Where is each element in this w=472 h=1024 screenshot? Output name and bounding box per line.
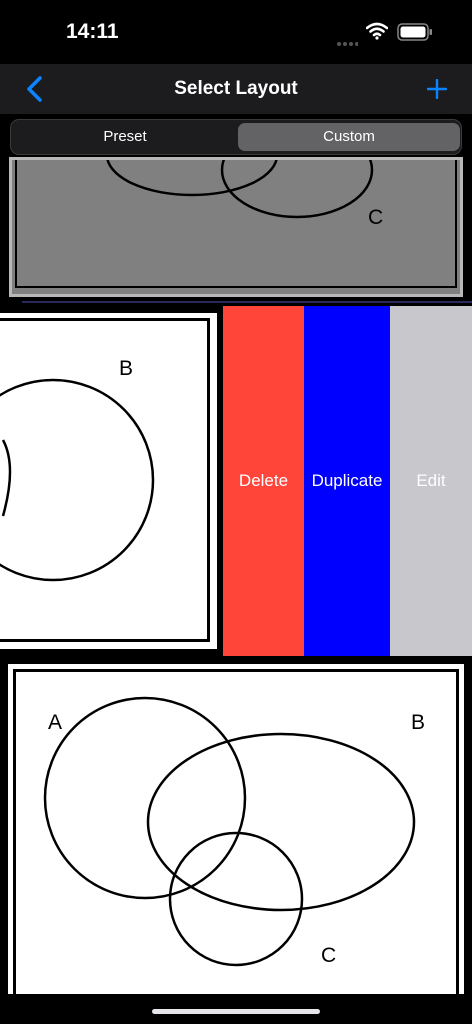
edit-button[interactable]: Edit: [390, 306, 472, 656]
plus-icon[interactable]: [426, 78, 448, 104]
venn-diagram: [0, 378, 155, 582]
segment-custom[interactable]: Custom: [238, 123, 460, 151]
set-label: B: [411, 711, 426, 734]
signal-icon: [336, 34, 359, 52]
duplicate-label: Duplicate: [311, 471, 383, 490]
set-label: C: [368, 206, 384, 229]
venn-diagram: [106, 160, 374, 219]
set-label: B: [119, 357, 134, 380]
wifi-icon: [365, 22, 389, 45]
set-label: A: [48, 711, 63, 734]
layout-card[interactable]: C: [9, 157, 463, 297]
delete-button[interactable]: Delete: [223, 306, 304, 656]
venn-diagram: [43, 696, 416, 967]
layout-card[interactable]: A B C: [8, 664, 464, 999]
home-indicator: [152, 1009, 320, 1014]
layout-card[interactable]: B: [0, 313, 217, 649]
page-title: Select Layout: [174, 78, 298, 99]
edit-label: Edit: [416, 471, 446, 490]
set-label: C: [321, 944, 337, 967]
status-time: 14:11: [66, 20, 119, 43]
delete-label: Delete: [238, 471, 289, 490]
layout-type-segmented-control[interactable]: Preset Custom: [10, 119, 462, 155]
row-separator: [22, 301, 472, 303]
segment-preset[interactable]: Preset: [14, 123, 236, 151]
battery-icon: [397, 23, 433, 46]
status-bar: 14:11: [0, 0, 472, 64]
duplicate-button[interactable]: Duplicate: [304, 306, 390, 656]
navigation-bar: Select Layout: [0, 64, 472, 114]
